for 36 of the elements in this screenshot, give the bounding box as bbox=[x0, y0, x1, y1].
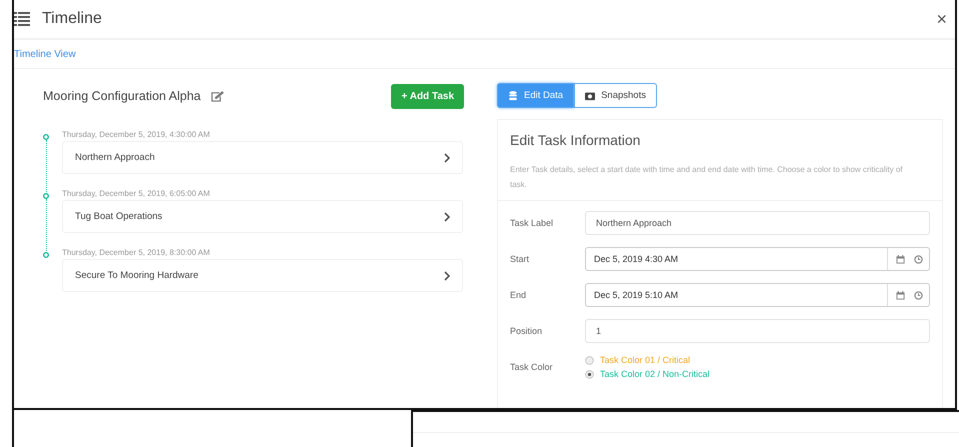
chevron-icon bbox=[444, 212, 450, 222]
chevron-icon bbox=[444, 270, 450, 280]
close-button[interactable]: × bbox=[936, 8, 947, 30]
chevron-icon bbox=[444, 152, 450, 162]
radio-button[interactable] bbox=[585, 370, 594, 378]
task-date: Thursday, December 5, 2019, 4:30:00 AM bbox=[62, 129, 211, 141]
clock-icon[interactable] bbox=[914, 290, 923, 300]
task-date: Thursday, December 5, 2019, 8:30:00 AM bbox=[62, 247, 211, 259]
datetime-field[interactable]: Dec 5, 2019 5:10 AM bbox=[585, 283, 930, 307]
input-field[interactable]: 1 bbox=[585, 319, 930, 343]
datetime-field[interactable]: Dec 5, 2019 4:30 AM bbox=[585, 247, 930, 271]
camera-icon bbox=[585, 90, 596, 100]
task-card[interactable]: Northern Approach bbox=[62, 141, 463, 174]
field-label: Start bbox=[510, 254, 530, 264]
clock-icon[interactable] bbox=[914, 254, 923, 264]
input-field[interactable]: Northern Approach bbox=[585, 211, 930, 235]
window-title: Timeline bbox=[42, 10, 102, 28]
list-icon bbox=[14, 12, 30, 26]
task-date: Thursday, December 5, 2019, 6:05:00 AM bbox=[62, 188, 211, 200]
task-card[interactable]: Tug Boat Operations bbox=[62, 200, 463, 233]
timeline-title: Mooring Configuration Alpha bbox=[43, 89, 201, 103]
panel-description: Enter Task details, select a start date with time and and end date with time. Choose a color to show criticality of task. bbox=[510, 164, 904, 191]
database-icon bbox=[508, 90, 518, 100]
edit-icon[interactable] bbox=[210, 90, 224, 102]
field-label: Position bbox=[510, 326, 544, 336]
panel-title: Edit Task Information bbox=[510, 132, 642, 148]
field-label: End bbox=[510, 290, 528, 300]
color-option-label: Task Color 02 / Non-Critical bbox=[600, 369, 710, 379]
calendar-icon[interactable] bbox=[896, 254, 905, 264]
color-option-label: Task Color 01 / Critical bbox=[600, 355, 690, 365]
radio-button[interactable] bbox=[585, 356, 594, 364]
field-label: Task Label bbox=[510, 218, 554, 228]
task-card[interactable]: Secure To Mooring Hardware bbox=[62, 259, 463, 292]
calendar-icon[interactable] bbox=[896, 290, 905, 300]
tab[interactable]: Snapshots bbox=[574, 83, 657, 108]
field-label: Task Color bbox=[510, 362, 554, 372]
